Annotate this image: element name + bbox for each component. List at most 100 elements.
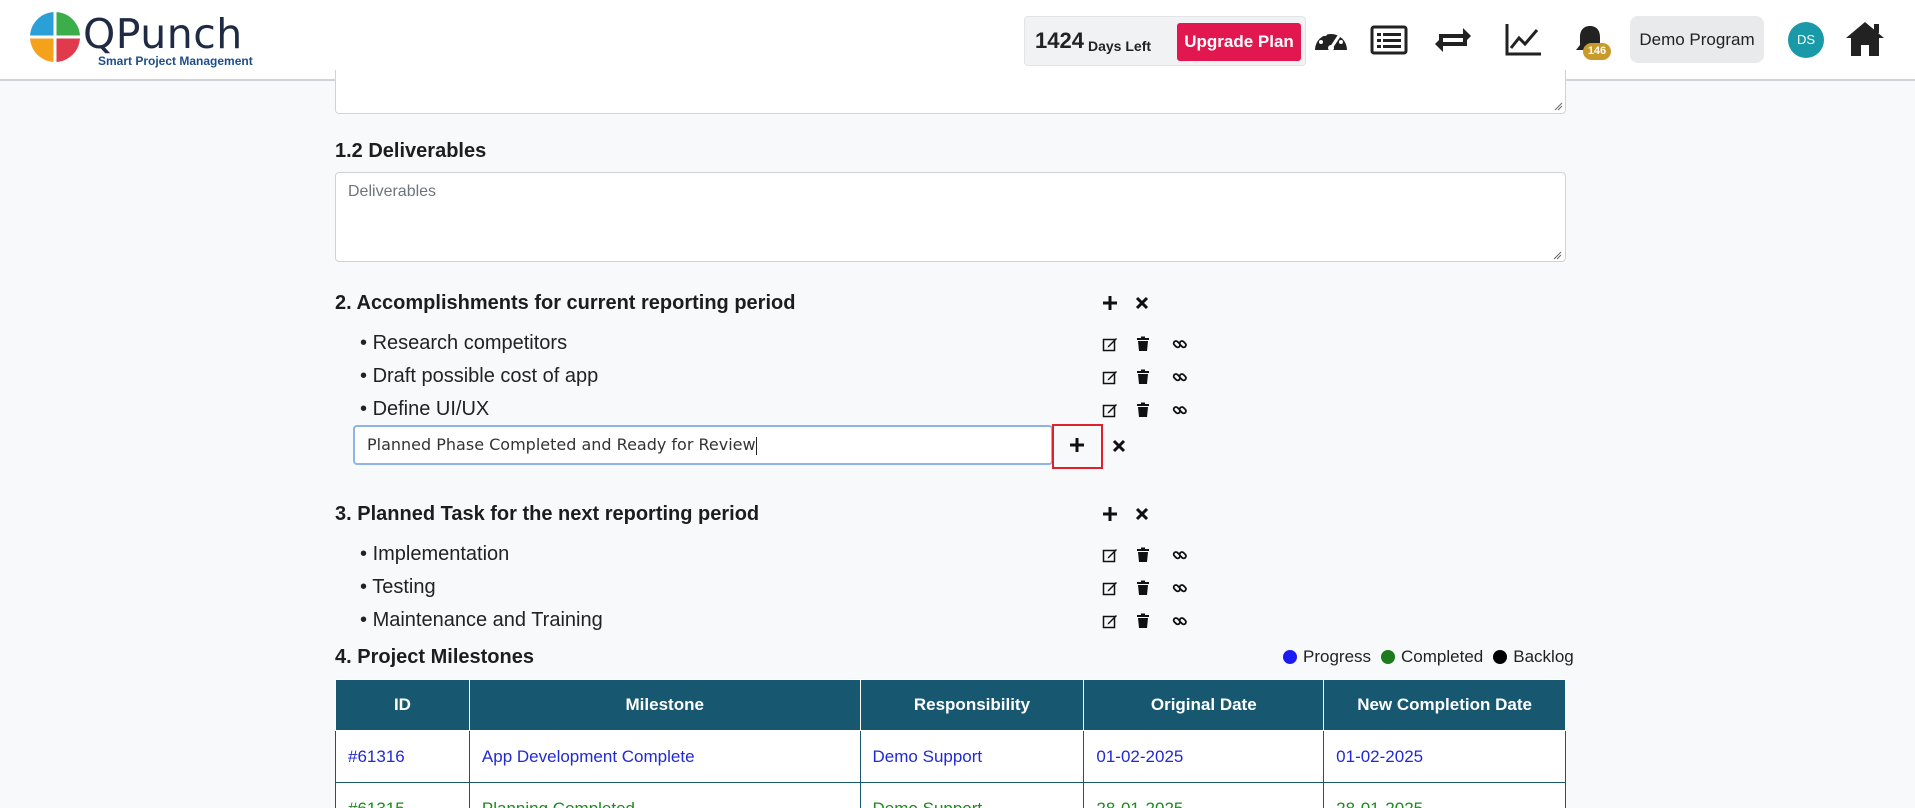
milestone-original-date[interactable]: 01-02-2025 xyxy=(1083,730,1325,783)
resize-grip-icon[interactable] xyxy=(1552,250,1562,260)
home-icon[interactable] xyxy=(1844,18,1886,60)
link-button[interactable] xyxy=(1169,577,1191,599)
logo-name: QPunch xyxy=(83,10,243,58)
cancel-accomplishment-button[interactable] xyxy=(1108,435,1130,457)
edit-button[interactable] xyxy=(1099,399,1121,421)
column-header-new-completion-date[interactable]: New Completion Date xyxy=(1323,679,1566,731)
program-selector[interactable]: Demo Program xyxy=(1630,16,1764,63)
milestones-table: ID Milestone Responsibility Original Dat… xyxy=(335,679,1566,808)
list-item: • Testing xyxy=(360,576,436,598)
milestones-legend: Progress Completed Backlog xyxy=(1283,647,1574,667)
edit-icon xyxy=(1102,371,1117,385)
list-item-label: Maintenance and Training xyxy=(372,609,603,631)
plus-icon xyxy=(1103,296,1117,310)
close-icon xyxy=(1135,296,1149,310)
previous-textarea[interactable] xyxy=(335,70,1566,114)
legend-backlog-dot xyxy=(1493,650,1508,664)
list-item-label: Implementation xyxy=(372,543,510,565)
logo-tagline: Smart Project Management xyxy=(98,54,253,68)
link-button[interactable] xyxy=(1169,333,1191,355)
list-item: • Define UI/UX xyxy=(360,398,490,420)
edit-icon xyxy=(1102,404,1117,418)
delete-button[interactable] xyxy=(1132,333,1154,355)
list-item-label: Research competitors xyxy=(372,332,568,354)
trash-icon xyxy=(1137,580,1149,595)
text-cursor xyxy=(755,436,757,455)
new-accomplishment-value: Planned Phase Completed and Ready for Re… xyxy=(367,435,756,454)
resize-grip-icon[interactable] xyxy=(1553,101,1563,111)
days-left-label: Days Left xyxy=(1088,38,1152,54)
edit-button[interactable] xyxy=(1099,544,1121,566)
edit-button[interactable] xyxy=(1099,333,1121,355)
add-accomplishment-button[interactable] xyxy=(1099,292,1121,314)
edit-icon xyxy=(1102,338,1117,352)
delete-button[interactable] xyxy=(1132,577,1154,599)
milestone-original-date[interactable]: 28-01-2025 xyxy=(1083,782,1325,808)
avatar[interactable]: DS xyxy=(1788,22,1824,58)
sync-icon[interactable] xyxy=(1433,20,1473,60)
link-button[interactable] xyxy=(1169,366,1191,388)
edit-button[interactable] xyxy=(1099,577,1121,599)
deliverables-textarea[interactable]: Deliverables xyxy=(335,172,1566,262)
column-header-original-date[interactable]: Original Date xyxy=(1083,679,1325,731)
edit-icon xyxy=(1102,549,1117,563)
edit-button[interactable] xyxy=(1099,610,1121,632)
list-item: • Implementation xyxy=(360,543,510,565)
milestone-id[interactable]: #61316 xyxy=(335,730,470,783)
deliverables-heading: 1.2 Deliverables xyxy=(335,140,487,162)
upgrade-plan-button[interactable]: Upgrade Plan xyxy=(1177,23,1301,61)
link-button[interactable] xyxy=(1169,544,1191,566)
delete-button[interactable] xyxy=(1132,399,1154,421)
dashboard-icon[interactable] xyxy=(1311,20,1351,60)
days-left-box: 1424 Days Left Upgrade Plan xyxy=(1024,16,1306,66)
close-accomplishments-button[interactable] xyxy=(1131,292,1153,314)
accomplishments-heading: 2. Accomplishments for current reporting… xyxy=(335,292,796,314)
close-planned-button[interactable] xyxy=(1131,503,1153,525)
milestone-name[interactable]: App Development Complete xyxy=(468,730,861,783)
milestone-responsibility[interactable]: Demo Support xyxy=(859,730,1085,783)
days-left-count: 1424 xyxy=(1035,28,1084,53)
logo-mark-icon xyxy=(30,12,80,62)
notification-badge: 146 xyxy=(1583,43,1611,60)
link-icon xyxy=(1172,373,1187,382)
link-button[interactable] xyxy=(1169,610,1191,632)
delete-button[interactable] xyxy=(1132,610,1154,632)
column-header-responsibility[interactable]: Responsibility xyxy=(859,679,1085,731)
new-accomplishment-input[interactable]: Planned Phase Completed and Ready for Re… xyxy=(353,425,1053,465)
milestone-new-date[interactable]: 01-02-2025 xyxy=(1323,730,1566,783)
table-header-row: ID Milestone Responsibility Original Dat… xyxy=(335,679,1566,731)
milestone-new-date[interactable]: 28-01-2025 xyxy=(1323,782,1566,808)
list-item: • Maintenance and Training xyxy=(360,609,603,631)
link-icon xyxy=(1172,551,1187,560)
legend-completed-label: Completed xyxy=(1401,647,1484,666)
trash-icon xyxy=(1137,369,1149,384)
logo[interactable]: QPunch Smart Project Management xyxy=(28,10,268,70)
link-icon xyxy=(1172,340,1187,349)
milestone-id[interactable]: #61315 xyxy=(335,782,470,808)
plus-icon[interactable] xyxy=(1066,434,1088,456)
delete-button[interactable] xyxy=(1132,544,1154,566)
delete-button[interactable] xyxy=(1132,366,1154,388)
column-header-milestone[interactable]: Milestone xyxy=(468,679,861,731)
list-icon[interactable] xyxy=(1369,20,1409,60)
list-item-label: Define UI/UX xyxy=(372,398,490,420)
milestone-responsibility[interactable]: Demo Support xyxy=(859,782,1085,808)
link-button[interactable] xyxy=(1169,399,1191,421)
link-icon xyxy=(1172,406,1187,415)
table-row[interactable]: #61315 Planning Completed Demo Support 2… xyxy=(335,782,1566,808)
list-item-label: Draft possible cost of app xyxy=(372,365,599,387)
chart-icon[interactable] xyxy=(1503,20,1543,60)
edit-button[interactable] xyxy=(1099,366,1121,388)
link-icon xyxy=(1172,584,1187,593)
table-row[interactable]: #61316 App Development Complete Demo Sup… xyxy=(335,730,1566,783)
close-icon xyxy=(1112,439,1126,453)
legend-backlog-label: Backlog xyxy=(1513,647,1574,666)
milestone-name[interactable]: Planning Completed xyxy=(468,782,861,808)
edit-icon xyxy=(1102,582,1117,596)
legend-progress-dot xyxy=(1283,650,1297,664)
add-planned-button[interactable] xyxy=(1099,503,1121,525)
trash-icon xyxy=(1137,547,1149,562)
planned-heading: 3. Planned Task for the next reporting p… xyxy=(335,503,760,525)
column-header-id[interactable]: ID xyxy=(335,679,470,731)
list-item: • Research competitors xyxy=(360,332,568,354)
